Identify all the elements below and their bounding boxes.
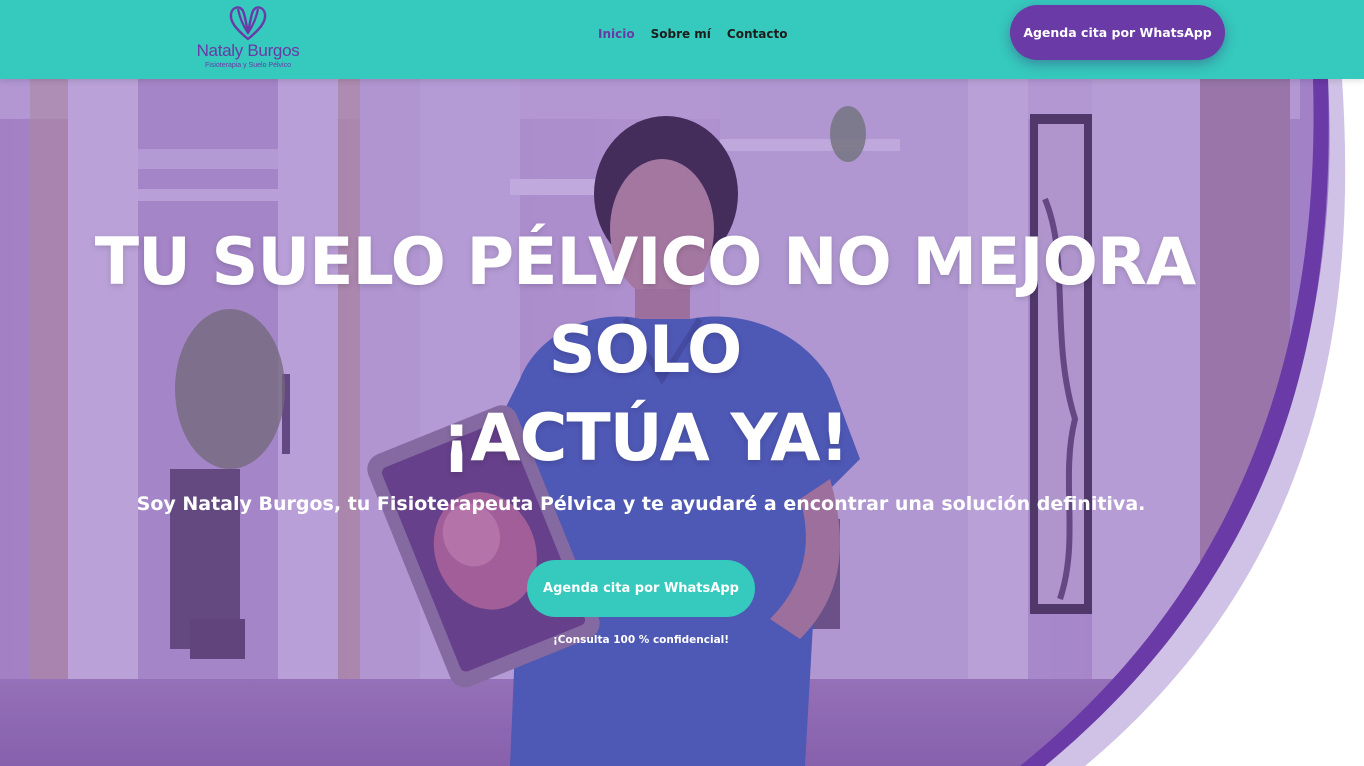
nav-item-sobre-mi[interactable]: Sobre mí <box>651 27 711 41</box>
heart-w-logo-icon <box>229 6 267 41</box>
logo-name: Nataly Burgos <box>196 41 300 60</box>
whatsapp-booking-button-header[interactable]: Agenda cita por WhatsApp <box>1010 5 1225 60</box>
whatsapp-booking-button-hero[interactable]: Agenda cita por WhatsApp <box>527 560 755 617</box>
headline-line-1: TU SUELO PÉLVICO NO MEJORA <box>94 225 1197 300</box>
logo[interactable]: Nataly Burgos Fisioterapia y Suelo Pélvi… <box>190 3 306 75</box>
main-nav: Inicio Sobre mí Contacto <box>598 27 787 41</box>
site-header: Nataly Burgos Fisioterapia y Suelo Pélvi… <box>0 0 1364 79</box>
headline-line-2: SOLO <box>548 313 742 388</box>
nav-item-inicio[interactable]: Inicio <box>598 27 635 41</box>
hero-headline: TU SUELO PÉLVICO NO MEJORA SOLO ¡ACTÚA Y… <box>0 219 1290 483</box>
hero-subtitle: Soy Nataly Burgos, tu Fisioterapeuta Pél… <box>136 493 1146 515</box>
hero-section: TU SUELO PÉLVICO NO MEJORA SOLO ¡ACTÚA Y… <box>0 79 1364 766</box>
logo-tagline: Fisioterapia y Suelo Pélvico <box>205 62 291 69</box>
confidential-note: ¡Consulta 100 % confidencial! <box>552 634 730 646</box>
nav-item-contacto[interactable]: Contacto <box>727 27 788 41</box>
headline-line-3: ¡ACTÚA YA! <box>441 401 850 476</box>
